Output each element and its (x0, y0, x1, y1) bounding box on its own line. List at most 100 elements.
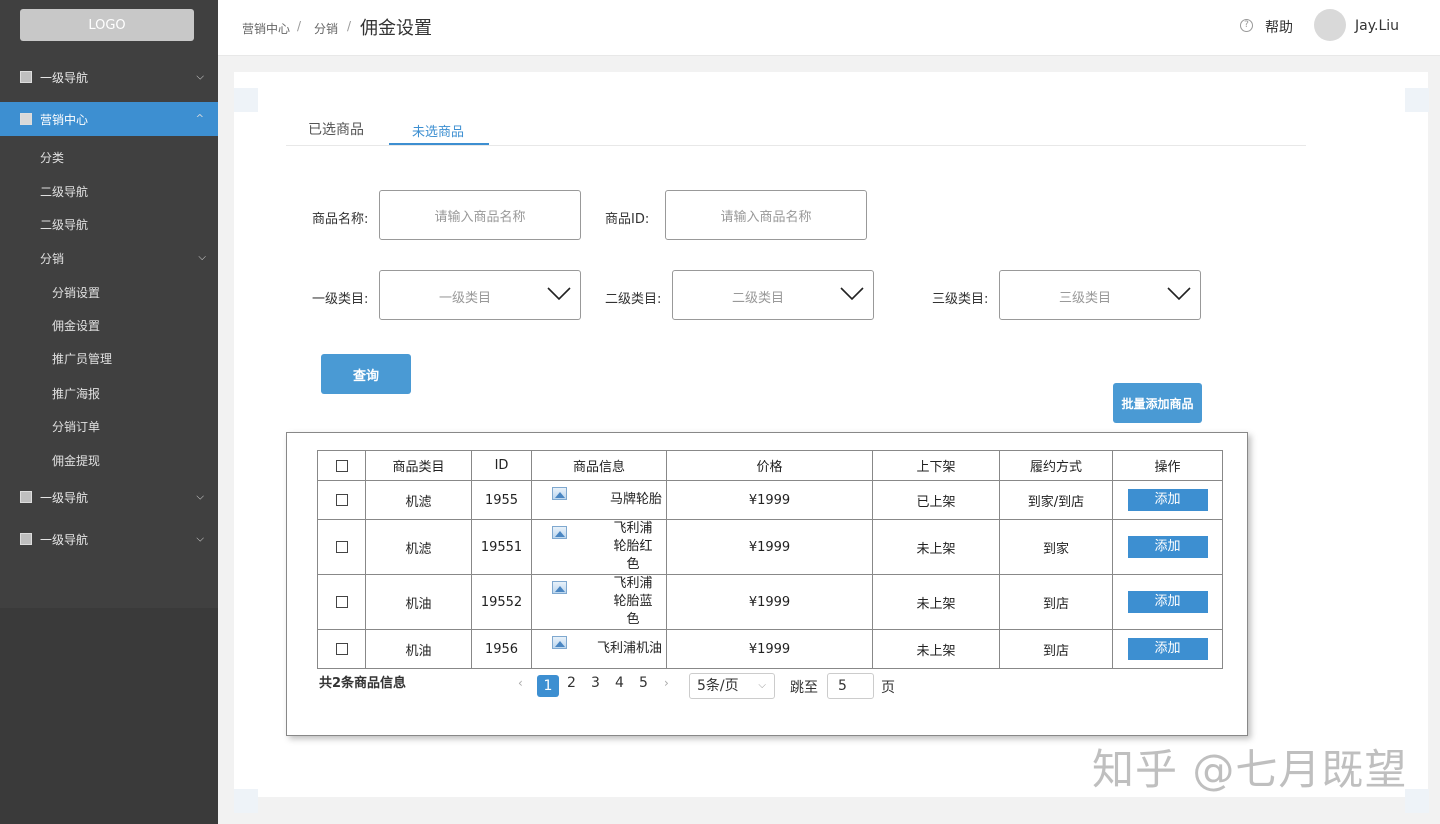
username[interactable]: Jay.Liu (1355, 18, 1399, 34)
category1-label: 一级类目: (312, 292, 369, 307)
row-checkbox[interactable] (335, 596, 348, 608)
sidebar-item-promoter-management[interactable]: 推广员管理 (52, 350, 112, 367)
query-button[interactable]: 查询 (321, 354, 411, 394)
category-cell: 机滤 (365, 480, 472, 520)
product-info-cell: 马牌轮胎 (531, 480, 667, 520)
category1-select[interactable]: 一级类目 (379, 270, 581, 320)
avatar[interactable] (1314, 9, 1346, 41)
image-icon (552, 581, 567, 594)
product-info-cell: 飞利浦机油 (531, 629, 667, 669)
chevron-up-icon: ^ (195, 113, 204, 125)
nav-square-icon (20, 533, 32, 545)
page-5[interactable]: 5 (639, 675, 648, 691)
table-row: 机油 1956 飞利浦机油 ¥1999 未上架 到店 添加 (317, 629, 1223, 669)
active-tab-indicator (389, 143, 489, 145)
tab-unselected-products[interactable]: 未选商品 (412, 121, 464, 140)
image-icon (552, 487, 567, 500)
category-cell: 机滤 (365, 519, 472, 575)
select-all-checkbox[interactable] (335, 459, 348, 472)
category-cell: 机油 (365, 629, 472, 669)
product-name: 飞利浦轮胎蓝色 (613, 576, 653, 627)
sidebar-item-label: 一级导航 (40, 490, 89, 505)
batch-add-button[interactable]: 批量添加商品 (1113, 383, 1202, 423)
category2-placeholder: 二级类目 (731, 291, 784, 306)
corner-decoration (1405, 789, 1429, 813)
fulfill-cell: 到店 (999, 629, 1113, 669)
chevron-down-icon: ⌵ (196, 533, 204, 545)
sidebar-item-nav2b[interactable]: 二级导航 (40, 216, 88, 233)
sidebar-item-marketing[interactable]: 营销中心 ^ (0, 102, 218, 136)
chevron-down-icon (1167, 287, 1191, 301)
page-1[interactable]: 1 (537, 675, 559, 697)
category3-placeholder: 三级类目 (1058, 291, 1111, 306)
category2-select[interactable]: 二级类目 (672, 270, 874, 320)
add-button[interactable]: 添加 (1127, 638, 1208, 660)
sidebar-item-distribution[interactable]: 分销 ⌵ (40, 250, 206, 267)
next-page-icon[interactable]: › (664, 676, 669, 690)
row-checkbox[interactable] (335, 494, 348, 506)
category1-placeholder: 一级类目 (438, 291, 491, 306)
id-cell: 1955 (471, 480, 532, 520)
sidebar-item-promo-poster[interactable]: 推广海报 (52, 385, 100, 402)
add-button[interactable]: 添加 (1127, 536, 1208, 558)
row-checkbox[interactable] (335, 643, 348, 655)
sidebar-item-label: 营销中心 (40, 112, 89, 127)
column-header: 履约方式 (999, 450, 1113, 481)
fulfill-cell: 到店 (999, 574, 1113, 630)
id-cell: 19552 (471, 574, 532, 630)
total-count: 共2条商品信息 (319, 676, 407, 691)
breadcrumb-marketing[interactable]: 营销中心 (242, 20, 290, 37)
nav-square-icon (20, 113, 32, 125)
watermark: 知乎 @七月既望 (1092, 745, 1408, 794)
corner-decoration (234, 789, 258, 813)
jump-input[interactable]: 5 (827, 673, 874, 699)
sidebar-item-category[interactable]: 分类 (40, 149, 64, 166)
product-name-input[interactable]: 请输入商品名称 (379, 190, 581, 240)
product-name: 飞利浦轮胎红色 (613, 521, 653, 572)
help-icon[interactable]: ? (1240, 19, 1253, 32)
help-link[interactable]: 帮助 (1265, 17, 1293, 37)
logo[interactable]: LOGO (20, 9, 194, 41)
category3-select[interactable]: 三级类目 (999, 270, 1201, 320)
tab-selected-products[interactable]: 已选商品 (308, 119, 364, 139)
sidebar-item-nav2a[interactable]: 二级导航 (40, 183, 88, 200)
sidebar-item-commission-withdraw[interactable]: 佣金提现 (52, 452, 100, 469)
product-id-input[interactable]: 请输入商品名称 (665, 190, 867, 240)
tab-bar: 已选商品 未选商品 (286, 112, 1306, 146)
sidebar-item-label: 一级导航 (40, 70, 89, 85)
header: 营销中心 / 分销 / 佣金设置 ? 帮助 Jay.Liu (218, 0, 1440, 56)
sidebar-item-label: 一级导航 (40, 532, 89, 547)
price-cell: ¥1999 (666, 480, 873, 520)
category-cell: 机油 (365, 574, 472, 630)
sidebar-item-distribution-settings[interactable]: 分销设置 (52, 284, 100, 301)
prev-page-icon[interactable]: ‹ (518, 676, 523, 690)
price-cell: ¥1999 (666, 519, 873, 575)
corner-decoration (234, 88, 258, 112)
category3-label: 三级类目: (932, 292, 989, 307)
sidebar-item-distribution-orders[interactable]: 分销订单 (52, 418, 100, 435)
product-info-cell: 飞利浦轮胎红色 (531, 519, 667, 575)
table-header-row: 商品类目 ID 商品信息 价格 上下架 履约方式 操作 (317, 450, 1223, 481)
column-header: ID (471, 450, 532, 481)
breadcrumb-distribution[interactable]: 分销 (314, 20, 338, 37)
sidebar-item-commission-settings[interactable]: 佣金设置 (52, 317, 100, 334)
add-button[interactable]: 添加 (1127, 591, 1208, 613)
page-4[interactable]: 4 (615, 675, 624, 691)
image-icon (552, 526, 567, 539)
corner-decoration (1405, 88, 1429, 112)
page-unit-label: 页 (881, 680, 895, 696)
table-row: 机滤 19551 飞利浦轮胎红色 ¥1999 未上架 到家 添加 (317, 519, 1223, 575)
sidebar-item-nav3[interactable]: 一级导航 ⌵ (0, 480, 218, 514)
page-size-value: 5条/页 (697, 678, 739, 694)
chevron-down-icon: ⌵ (758, 680, 766, 691)
page-size-select[interactable]: 5条/页 ⌵ (689, 673, 775, 699)
fulfill-cell: 到家 (999, 519, 1113, 575)
row-checkbox[interactable] (335, 541, 348, 553)
nav-square-icon (20, 491, 32, 503)
page-2[interactable]: 2 (567, 675, 576, 691)
add-button[interactable]: 添加 (1127, 489, 1208, 511)
chevron-down-icon (840, 287, 864, 301)
sidebar-item-nav1[interactable]: 一级导航 ⌵ (0, 60, 218, 94)
page-3[interactable]: 3 (591, 675, 600, 691)
sidebar-item-nav4[interactable]: 一级导航 ⌵ (0, 522, 218, 556)
